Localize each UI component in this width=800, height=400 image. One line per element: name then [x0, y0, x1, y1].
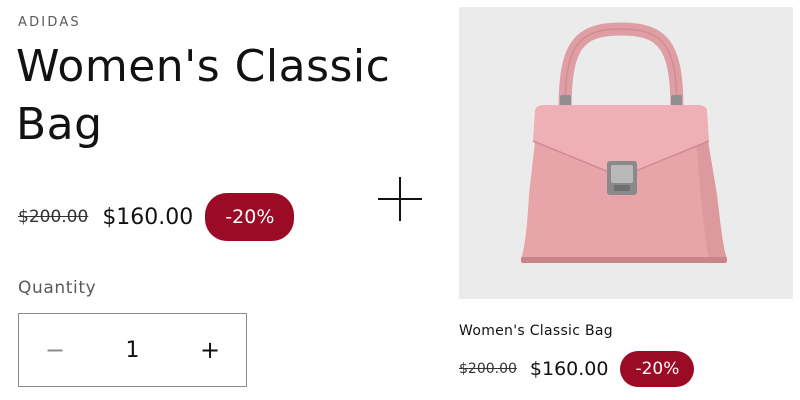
quantity-input[interactable]: 1	[91, 338, 174, 363]
bundle-price-block: $200.00 $160.00 -20%	[459, 351, 695, 387]
bundle-discount-badge: -20%	[620, 351, 695, 387]
product-image[interactable]	[459, 7, 793, 299]
quantity-stepper: − 1 +	[18, 313, 247, 387]
product-page: ADIDAS Women's Classic Bag $200.00 $160.…	[0, 0, 800, 400]
compare-at-price: $200.00	[18, 207, 89, 227]
bundle-product-card: Women's Classic Bag $200.00 $160.00 -20%	[459, 7, 793, 387]
quantity-increase-button[interactable]: +	[174, 314, 246, 386]
product-title: Women's Classic Bag	[16, 41, 391, 150]
bundle-compare-at-price: $200.00	[459, 361, 517, 377]
bundle-product-title[interactable]: Women's Classic Bag	[459, 323, 613, 339]
handbag-image	[521, 22, 727, 263]
bundle-sale-price: $160.00	[529, 358, 609, 380]
quantity-label: Quantity	[18, 278, 97, 298]
bundle-plus-icon	[378, 177, 422, 221]
quantity-decrease-button[interactable]: −	[19, 314, 91, 386]
sale-price: $160.00	[102, 204, 194, 230]
price-block: $200.00 $160.00 -20%	[18, 193, 295, 241]
product-vendor: ADIDAS	[18, 15, 81, 30]
discount-badge: -20%	[205, 193, 295, 241]
